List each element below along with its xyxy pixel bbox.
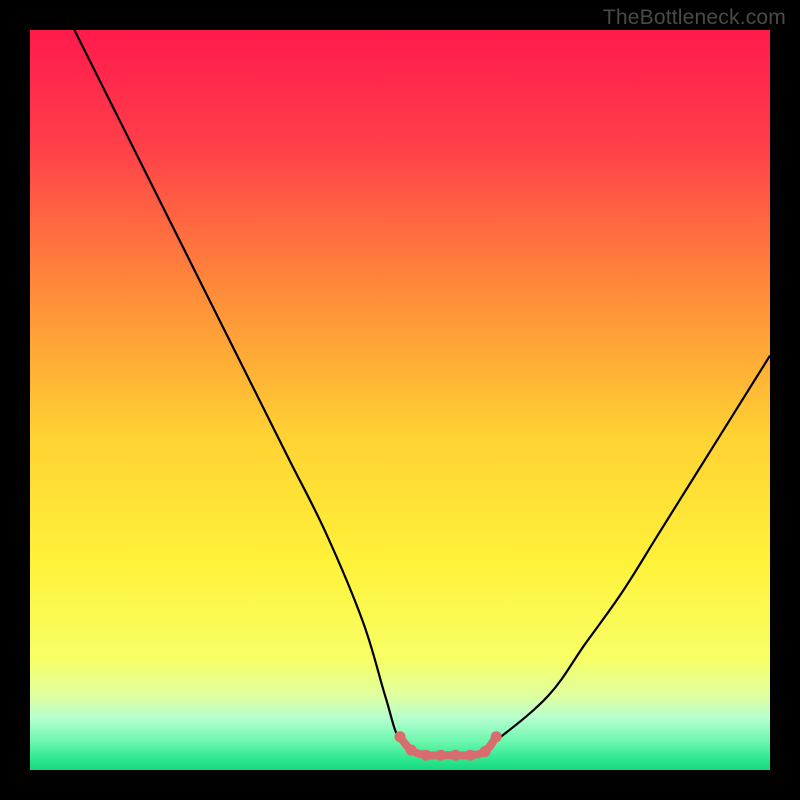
watermark-text: TheBottleneck.com bbox=[603, 6, 786, 30]
marker-dot bbox=[435, 750, 446, 761]
marker-dot bbox=[491, 731, 502, 742]
marker-dot bbox=[465, 750, 476, 761]
marker-dot bbox=[395, 731, 406, 742]
marker-dot bbox=[450, 750, 461, 761]
marker-dot bbox=[406, 745, 417, 756]
bottleneck-curve bbox=[30, 30, 770, 770]
chart-frame: TheBottleneck.com bbox=[0, 0, 800, 800]
marker-dot bbox=[420, 750, 431, 761]
marker-dot bbox=[480, 746, 491, 757]
plot-area bbox=[30, 30, 770, 770]
curve-line bbox=[74, 30, 770, 756]
